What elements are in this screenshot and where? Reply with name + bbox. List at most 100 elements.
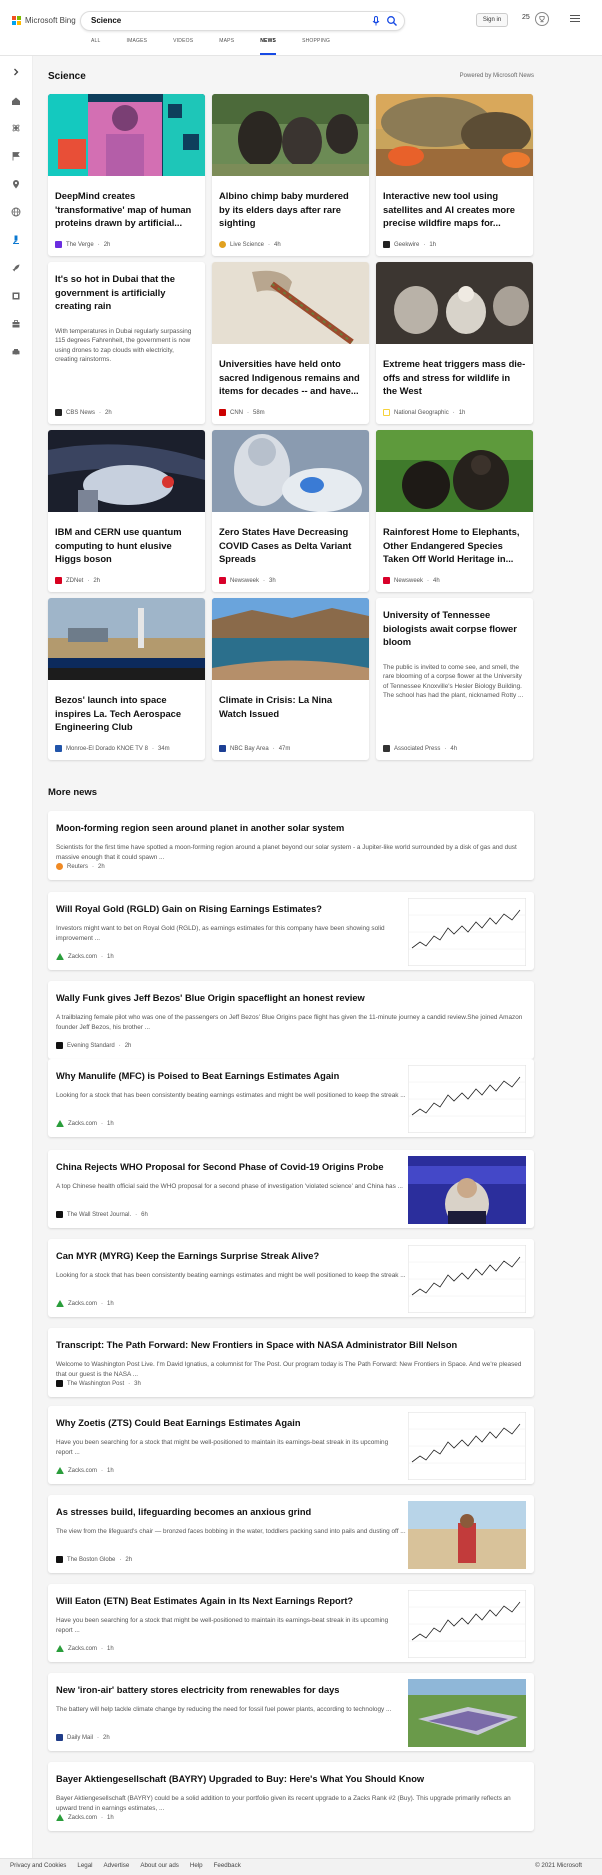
footer-link-legal[interactable]: Legal [77, 1862, 92, 1869]
tab-videos[interactable]: VIDEOS [173, 38, 193, 55]
source-logo-icon [56, 1467, 64, 1474]
news-card[interactable]: DeepMind creates 'transformative' map of… [48, 94, 205, 256]
news-list-item[interactable]: Will Royal Gold (RGLD) Gain on Rising Ea… [48, 892, 534, 970]
footer-link-advertise[interactable]: Advertise [104, 1862, 130, 1869]
stock-chart-thumbnail[interactable] [407, 1589, 527, 1659]
news-item-title[interactable]: As stresses build, lifeguarding becomes … [56, 1507, 406, 1517]
card-title[interactable]: Albino chimp baby murdered by its elders… [219, 189, 362, 231]
card-title[interactable]: University of Tennessee biologists await… [383, 608, 526, 649]
news-card[interactable]: Climate in Crisis: La Nina Watch Issued … [212, 598, 369, 760]
card-title[interactable]: Extreme heat triggers mass die-offs and … [383, 357, 526, 399]
search-icon[interactable] [386, 15, 398, 27]
card-title[interactable]: Interactive new tool using satellites an… [383, 189, 526, 231]
news-card[interactable]: Bezos' launch into space inspires La. Te… [48, 598, 205, 760]
card-title[interactable]: It's so hot in Dubai that the government… [55, 272, 198, 313]
car-icon[interactable] [11, 347, 21, 357]
news-item-title[interactable]: Transcript: The Path Forward: New Fronti… [56, 1340, 524, 1350]
news-item-source: Evening Standard · 2h [56, 1042, 131, 1049]
stock-chart-thumbnail[interactable] [407, 1064, 527, 1134]
card-title[interactable]: IBM and CERN use quantum computing to hu… [55, 525, 198, 567]
footer-link-about-ads[interactable]: About our ads [140, 1862, 179, 1869]
sign-in-button[interactable]: Sign in [476, 13, 508, 27]
rocket-icon[interactable] [11, 263, 21, 273]
news-item-title[interactable]: New 'iron-air' battery stores electricit… [56, 1685, 406, 1695]
microphone-icon[interactable] [370, 15, 382, 27]
source-time: 2h [105, 409, 112, 416]
tab-all[interactable]: ALL [91, 38, 101, 55]
news-card[interactable]: Zero States Have Decreasing COVID Cases … [212, 430, 369, 592]
news-item-title[interactable]: China Rejects WHO Proposal for Second Ph… [56, 1162, 406, 1172]
news-list-item[interactable]: Wally Funk gives Jeff Bezos' Blue Origin… [48, 981, 534, 1059]
rewards-trophy-icon[interactable] [535, 12, 549, 26]
news-list-item[interactable]: Can MYR (MYRG) Keep the Earnings Surpris… [48, 1239, 534, 1317]
search-input[interactable] [91, 16, 341, 25]
footer-link-feedback[interactable]: Feedback [214, 1862, 241, 1869]
source-time: 58m [253, 409, 265, 416]
news-card[interactable]: University of Tennessee biologists await… [376, 598, 533, 760]
news-card[interactable]: Rainforest Home to Elephants, Other Enda… [376, 430, 533, 592]
tab-news[interactable]: NEWS [260, 38, 277, 55]
news-list-item[interactable]: As stresses build, lifeguarding becomes … [48, 1495, 534, 1573]
news-item-title[interactable]: Will Royal Gold (RGLD) Gain on Rising Ea… [56, 904, 406, 914]
news-list-item[interactable]: Why Zoetis (ZTS) Could Beat Earnings Est… [48, 1406, 534, 1484]
source-logo-icon [56, 953, 64, 960]
bing-logo[interactable]: Microsoft Bing [12, 16, 76, 25]
footer-link-privacy[interactable]: Privacy and Cookies [10, 1862, 66, 1869]
news-card[interactable]: IBM and CERN use quantum computing to hu… [48, 430, 205, 592]
news-card[interactable]: It's so hot in Dubai that the government… [48, 262, 205, 424]
news-item-title[interactable]: Will Eaton (ETN) Beat Estimates Again in… [56, 1596, 406, 1606]
news-list-item[interactable]: Will Eaton (ETN) Beat Estimates Again in… [48, 1584, 534, 1662]
news-thumbnail[interactable] [408, 1156, 526, 1228]
globe-icon[interactable] [11, 207, 21, 217]
news-item-title[interactable]: Bayer Aktiengesellschaft (BAYRY) Upgrade… [56, 1774, 524, 1784]
card-title[interactable]: Zero States Have Decreasing COVID Cases … [219, 525, 362, 567]
news-list-item[interactable]: Bayer Aktiengesellschaft (BAYRY) Upgrade… [48, 1762, 534, 1831]
news-thumbnail[interactable] [408, 1679, 526, 1747]
news-list-item[interactable]: New 'iron-air' battery stores electricit… [48, 1673, 534, 1751]
news-item-title[interactable]: Why Manulife (MFC) is Poised to Beat Ear… [56, 1071, 406, 1081]
news-thumbnail[interactable] [408, 1501, 526, 1569]
flag-icon[interactable] [11, 151, 21, 161]
news-card[interactable]: Albino chimp baby murdered by its elders… [212, 94, 369, 256]
news-card[interactable]: Interactive new tool using satellites an… [376, 94, 533, 256]
news-card[interactable]: Extreme heat triggers mass die-offs and … [376, 262, 533, 424]
card-title[interactable]: Climate in Crisis: La Nina Watch Issued [219, 693, 362, 735]
hamburger-menu-icon[interactable] [570, 15, 580, 23]
search-box[interactable] [80, 11, 405, 31]
briefcase-icon[interactable] [11, 319, 21, 329]
card-title[interactable]: Universities have held onto sacred Indig… [219, 357, 362, 399]
card-title[interactable]: DeepMind creates 'transformative' map of… [55, 189, 198, 231]
geekwire-logo-icon [383, 241, 390, 248]
footer-link-help[interactable]: Help [190, 1862, 203, 1869]
rewards-count[interactable]: 25 [522, 14, 530, 21]
news-list-item[interactable]: Transcript: The Path Forward: New Fronti… [48, 1328, 534, 1397]
stock-chart-thumbnail[interactable] [407, 1244, 527, 1314]
news-card[interactable]: Universities have held onto sacred Indig… [212, 262, 369, 424]
microscope-icon[interactable] [11, 235, 21, 245]
source-name: Zacks.com [68, 953, 98, 960]
stock-chart-thumbnail[interactable] [407, 897, 527, 967]
card-source: The Verge · 2h [55, 241, 110, 248]
news-item-title[interactable]: Moon-forming region seen around planet i… [56, 823, 524, 833]
tab-maps[interactable]: MAPS [219, 38, 234, 55]
stock-chart-thumbnail[interactable] [407, 1411, 527, 1481]
news-item-title[interactable]: Can MYR (MYRG) Keep the Earnings Surpris… [56, 1251, 406, 1261]
tab-shopping[interactable]: SHOPPING [302, 38, 330, 55]
news-item-title[interactable]: Wally Funk gives Jeff Bezos' Blue Origin… [56, 993, 524, 1003]
tab-images[interactable]: IMAGES [127, 38, 148, 55]
home-icon[interactable] [11, 96, 21, 106]
associated-press-logo-icon [383, 745, 390, 752]
news-list-item[interactable]: Moon-forming region seen around planet i… [48, 811, 534, 880]
news-list-item[interactable]: China Rejects WHO Proposal for Second Ph… [48, 1150, 534, 1228]
news-item-source: Reuters · 2h [56, 863, 105, 870]
science-icon[interactable] [11, 123, 21, 133]
news-item-snippet: Welcome to Washington Post Live. I'm Dav… [56, 1361, 522, 1378]
card-title[interactable]: Bezos' launch into space inspires La. Te… [55, 693, 198, 735]
news-item-snippet: The view from the lifeguard's chair — br… [56, 1528, 406, 1535]
location-icon[interactable] [11, 179, 21, 189]
news-item-title[interactable]: Why Zoetis (ZTS) Could Beat Earnings Est… [56, 1418, 406, 1428]
news-list-item[interactable]: Why Manulife (MFC) is Poised to Beat Ear… [48, 1059, 534, 1137]
chevron-right-icon[interactable] [11, 67, 21, 77]
film-icon[interactable] [11, 291, 21, 301]
card-title[interactable]: Rainforest Home to Elephants, Other Enda… [383, 525, 526, 567]
